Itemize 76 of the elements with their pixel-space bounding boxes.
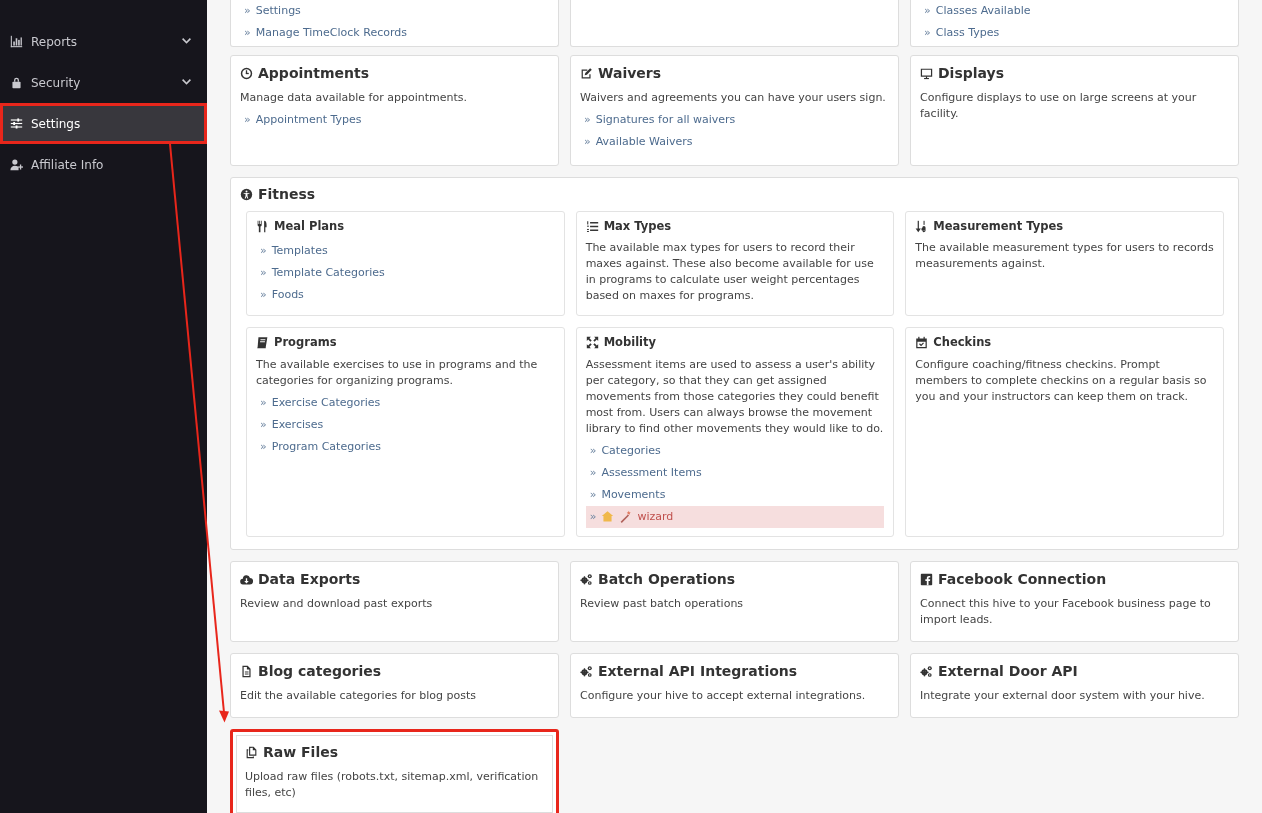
edit-icon xyxy=(580,67,593,80)
link[interactable]: » Manage TimeClock Records xyxy=(240,22,549,44)
sidebar-item[interactable]: Security xyxy=(0,62,207,103)
expand-arrows-icon xyxy=(585,336,599,350)
section-description: The available max types for users to record their maxes against. These also become available for use in programs to calculate user weight percentages based on maxes for programs. xyxy=(585,240,875,305)
link[interactable]: » Assessment Items xyxy=(585,461,885,484)
card-description: Edit the available categories for blog posts xyxy=(240,687,477,704)
link[interactable]: » Available Waivers xyxy=(580,131,889,153)
utensils-icon xyxy=(256,220,269,234)
card-description: Waivers and agreements you can have your users sign. xyxy=(580,90,887,106)
file-icon xyxy=(240,664,253,678)
sidebar-item[interactable]: Reports xyxy=(0,21,207,62)
house-icon xyxy=(601,510,615,523)
card-description: Integrate your external door system with your hive. xyxy=(920,687,1206,704)
section-description: Assessment items are used to assess a user's ability per category, so that they can get assigned movements from those categories they could benefit most from. Users can always browse the movement library to find other movements they would like to do. xyxy=(585,356,885,437)
card-description: Configure your hive to accept external integrations. xyxy=(580,687,867,704)
accessibility-icon xyxy=(240,188,253,201)
cogs-icon xyxy=(920,664,933,678)
card-title: Facebook Connection xyxy=(938,569,1107,589)
section-description: The available measurement types for users to records measurements against. xyxy=(915,240,1214,273)
numbered-list-icon xyxy=(585,220,599,234)
copy-icon xyxy=(245,745,258,759)
calendar-check-icon xyxy=(915,336,929,350)
link[interactable]: » Templates xyxy=(256,240,555,263)
card-title: Raw Files xyxy=(263,742,339,762)
lock-icon xyxy=(10,76,23,89)
link[interactable]: » Template Categories xyxy=(256,262,555,285)
link[interactable]: » Exercises xyxy=(256,413,555,436)
card-title: Waivers xyxy=(598,64,662,83)
link[interactable]: » Class Types xyxy=(920,22,1229,44)
cloud-download-icon xyxy=(240,572,253,586)
section-title: Meal Plans xyxy=(274,218,345,235)
user-plus-icon xyxy=(10,158,23,171)
sidebar-item[interactable]: Affiliate Info xyxy=(0,144,207,185)
sort-numeric-icon xyxy=(915,220,929,234)
section-title: Mobility xyxy=(603,334,657,352)
link[interactable]: » Foods xyxy=(256,284,555,307)
card-title: Data Exports xyxy=(258,569,361,589)
card-description: Manage data available for appointments. xyxy=(240,90,468,106)
link[interactable]: » Signatures for all waivers xyxy=(580,109,889,131)
card-title: Blog categories xyxy=(258,661,382,681)
card-title: Batch Operations xyxy=(598,569,736,589)
cogs-icon xyxy=(580,572,593,586)
card-title: Appointments xyxy=(258,64,370,83)
link[interactable]: » Exercise Categories xyxy=(256,391,555,414)
section-title: Measurement Types xyxy=(933,218,1064,235)
card-title: External Door API xyxy=(938,661,1078,681)
facebook-icon xyxy=(920,572,933,586)
monitor-icon xyxy=(920,67,933,80)
link[interactable]: » Movements xyxy=(585,483,885,506)
section-title: Checkins xyxy=(933,334,992,352)
sliders-icon xyxy=(10,117,23,130)
card-description: Review past batch operations xyxy=(580,595,745,612)
section-description: Configure coaching/fitness checkins. Prompt members to complete checkins on a regular basis so you and your instructors can keep them on track. xyxy=(915,356,1208,405)
link[interactable]: » Categories xyxy=(585,439,885,462)
book-icon xyxy=(256,336,269,350)
link[interactable]: » wizard xyxy=(585,505,885,528)
bar-chart-icon xyxy=(10,35,23,48)
cogs-icon xyxy=(580,664,593,678)
link[interactable]: » Appointment Types xyxy=(240,109,549,131)
card-description: Configure displays to use on large screens at your facility. xyxy=(920,90,1198,122)
card-description: Upload raw files (robots.txt, sitemap.xml, verification files, etc) xyxy=(245,768,540,801)
link[interactable]: » Program Categories xyxy=(256,435,555,458)
link[interactable]: » Classes Available xyxy=(920,0,1229,22)
card-description: Review and download past exports xyxy=(240,595,434,612)
section-description: The available exercises to use in programs and the categories for organizing programs. xyxy=(256,356,539,389)
card-description: Connect this hive to your Facebook business page to import leads. xyxy=(920,595,1212,628)
sidebar-item[interactable]: Settings xyxy=(0,103,207,144)
panel-title: Fitness xyxy=(258,185,316,204)
card-title: Displays xyxy=(938,64,1005,83)
link[interactable]: » Settings xyxy=(240,0,549,22)
section-title: Max Types xyxy=(603,218,672,235)
card-title: External API Integrations xyxy=(598,661,798,681)
section-title: Programs xyxy=(274,334,337,352)
magic-wand-icon xyxy=(619,510,633,523)
clock-icon xyxy=(240,67,253,80)
